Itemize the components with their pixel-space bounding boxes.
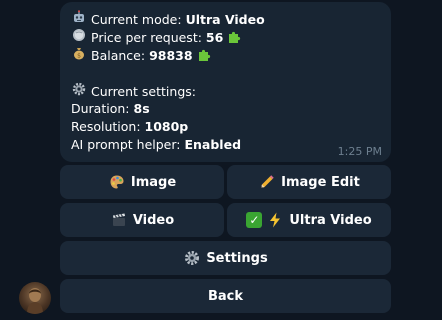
- palette-icon: [108, 173, 126, 191]
- video-button[interactable]: Video: [60, 203, 224, 237]
- robot-icon: [71, 10, 87, 29]
- back-button-label: Back: [207, 288, 244, 304]
- money-bag-icon: $: [71, 46, 87, 65]
- resolution-value: 1080p: [144, 119, 189, 134]
- balance-label: Balance:: [91, 48, 146, 63]
- duration-label: Duration:: [71, 101, 130, 116]
- settings-header: Current settings:: [91, 84, 196, 99]
- image-button-label: Image: [130, 174, 177, 190]
- image-button[interactable]: Image: [60, 165, 224, 199]
- ultra-video-button[interactable]: ✓ Ultra Video: [227, 203, 391, 237]
- prompt-helper-value: Enabled: [184, 137, 242, 152]
- bot-message-bubble: Current mode: Ultra Video Price per requ…: [60, 2, 391, 162]
- coin-icon: [71, 28, 87, 47]
- price-label: Price per request:: [91, 30, 202, 45]
- svg-text:$: $: [77, 53, 81, 60]
- video-button-label: Video: [132, 212, 175, 228]
- duration-line: Duration: 8s: [71, 100, 380, 118]
- resolution-line: Resolution: 1080p: [71, 118, 380, 136]
- gear-icon: [71, 82, 87, 101]
- chat-view: Current mode: Ultra Video Price per requ…: [0, 0, 442, 320]
- settings-header-line: Current settings:: [71, 82, 380, 100]
- price-value: 56: [205, 30, 224, 45]
- prompt-helper-line: AI prompt helper: Enabled: [71, 136, 380, 154]
- balance-line: $ Balance: 98838: [71, 46, 380, 64]
- gear-icon: [183, 249, 201, 267]
- current-mode-label: Current mode:: [91, 12, 182, 27]
- lightning-icon: [266, 211, 284, 229]
- checkmark-icon: ✓: [246, 212, 263, 228]
- bot-avatar[interactable]: [19, 282, 51, 314]
- current-mode-value: Ultra Video: [185, 12, 265, 27]
- puzzle-piece-icon: [198, 49, 210, 61]
- back-button[interactable]: Back: [60, 279, 391, 313]
- resolution-label: Resolution:: [71, 119, 141, 134]
- settings-button[interactable]: Settings: [60, 241, 391, 275]
- prompt-helper-label: AI prompt helper:: [71, 137, 181, 152]
- image-edit-button[interactable]: Image Edit: [227, 165, 391, 199]
- current-mode-line: Current mode: Ultra Video: [71, 10, 380, 28]
- price-line: Price per request: 56: [71, 28, 380, 46]
- balance-value: 98838: [149, 48, 193, 63]
- message-timestamp: 1:25 PM: [337, 145, 382, 158]
- pencil-icon: [258, 173, 276, 191]
- puzzle-piece-icon: [229, 31, 241, 43]
- image-edit-button-label: Image Edit: [281, 174, 360, 190]
- settings-button-label: Settings: [206, 250, 268, 266]
- clapperboard-icon: [110, 211, 128, 229]
- duration-value: 8s: [133, 101, 150, 116]
- ultra-video-button-label: Ultra Video: [289, 212, 372, 228]
